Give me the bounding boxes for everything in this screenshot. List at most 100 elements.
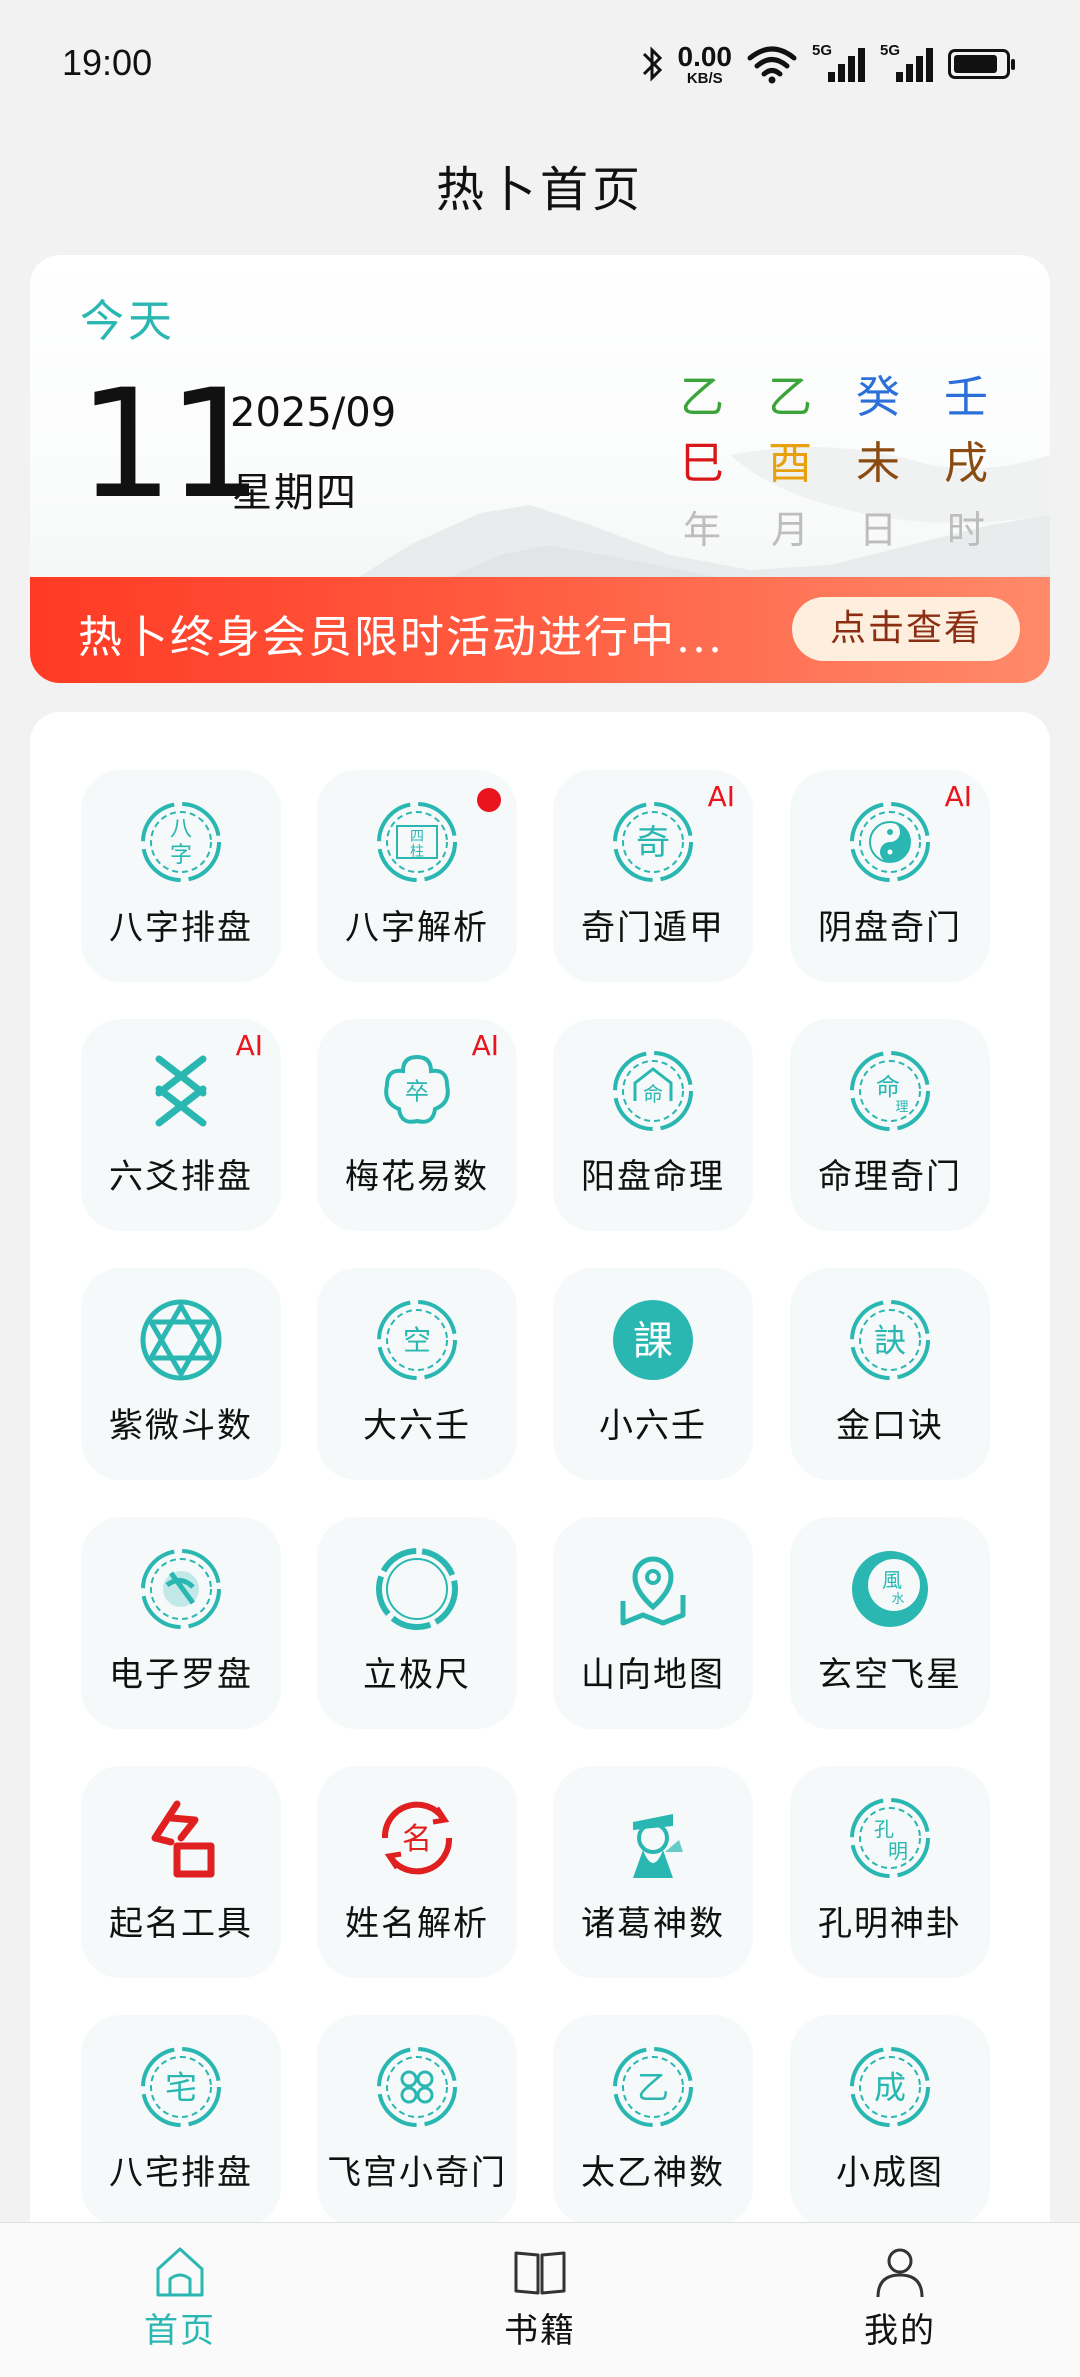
svg-text:孔: 孔 (874, 1817, 894, 1841)
tool-label: 奇门遁甲 (581, 908, 725, 948)
ganzhi-stem: 乙 (768, 372, 812, 423)
tool-tile[interactable]: AI 阴盘奇门 (790, 770, 990, 982)
tool-tile[interactable]: 四柱八字解析 (317, 770, 517, 982)
tool-label: 小成图 (836, 2153, 944, 2193)
membership-promo-banner[interactable]: 热卜终身会员限时活动进行中... 点击查看 (30, 577, 1050, 683)
tab-mine[interactable]: 我的 (820, 2241, 980, 2352)
ai-badge: AI (235, 1029, 263, 1062)
tool-label: 梅花易数 (345, 1157, 489, 1197)
qimen-icon: 奇 (613, 802, 693, 882)
zhuge-portrait-icon (633, 1814, 683, 1878)
svg-text:四: 四 (410, 829, 424, 845)
tool-tile[interactable]: 立极尺 (317, 1517, 517, 1729)
ganzhi-label: 时 (946, 508, 985, 552)
tab-home[interactable]: 首页 (100, 2241, 260, 2352)
svg-text:名: 名 (402, 1822, 432, 1857)
svg-text:字: 字 (170, 843, 192, 868)
tool-label: 小六壬 (599, 1406, 707, 1446)
kongming-icon: 孔明 (850, 1798, 930, 1878)
tool-tile[interactable]: 課小六壬 (553, 1268, 753, 1480)
map-pin-icon (620, 1556, 686, 1626)
notification-dot (477, 788, 501, 812)
tool-tile[interactable]: 卒 AI 梅花易数 (317, 1019, 517, 1231)
tool-tile[interactable]: 空大六壬 (317, 1268, 517, 1480)
svg-text:八: 八 (170, 817, 192, 842)
tool-tile[interactable]: 八字八字排盘 (81, 770, 281, 982)
ke-icon: 課 (613, 1300, 693, 1380)
tool-label: 紫微斗数 (109, 1406, 253, 1446)
tab-mine-label: 我的 (864, 2311, 936, 2351)
tool-label: 飞宫小奇门 (327, 2153, 507, 2193)
mingli-icon: 命 (613, 1051, 693, 1131)
plum-blossom-icon: 卒 (384, 1054, 450, 1124)
tool-tile[interactable]: 名姓名解析 (317, 1766, 517, 1978)
svg-text:卒: 卒 (405, 1078, 429, 1106)
tab-books-label: 书籍 (504, 2311, 576, 2351)
year-month: 2025/09 (230, 390, 397, 436)
yinyang-icon (850, 802, 930, 882)
person-icon (876, 2248, 924, 2298)
tab-books[interactable]: 书籍 (460, 2241, 620, 2352)
tool-label: 命理奇门 (818, 1157, 962, 1197)
tool-tile[interactable]: AI 六爻排盘 (81, 1019, 281, 1231)
ai-badge: AI (707, 780, 735, 813)
tool-tile[interactable]: 訣金口诀 (790, 1268, 990, 1480)
battery-level (954, 55, 997, 73)
svg-text:訣: 訣 (874, 1322, 906, 1360)
tool-label: 姓名解析 (345, 1904, 489, 1944)
book-icon (514, 2251, 566, 2295)
cellular-signal-1-icon: 5G (812, 42, 866, 86)
tool-label: 电子罗盘 (109, 1655, 253, 1695)
ganzhi-calendar: 乙乙癸壬巳酉未戌年月日时 (658, 370, 1010, 558)
bazi-paipan-icon: 八字 (141, 802, 221, 882)
tool-tile[interactable]: 成小成图 (790, 2015, 990, 2227)
home-icon (156, 2247, 204, 2297)
tool-label: 孔明神卦 (818, 1904, 962, 1944)
svg-text:成: 成 (874, 2069, 906, 2107)
ai-badge: AI (944, 780, 972, 813)
tool-tile[interactable]: 电子罗盘 (81, 1517, 281, 1729)
wifi-icon (747, 46, 797, 84)
mingli-qimen-icon: 命理 (850, 1051, 930, 1131)
fengshui-icon: 風水 (852, 1551, 928, 1627)
promo-view-button[interactable]: 点击查看 (792, 597, 1020, 661)
ganzhi-branch: 未 (856, 438, 900, 489)
tool-label: 诸葛神数 (581, 1904, 725, 1944)
tool-label: 八字解析 (345, 908, 489, 948)
cellular-signal-2-icon: 5G (880, 42, 934, 86)
today-label: 今天 (80, 296, 176, 347)
tool-tile[interactable]: 命理命理奇门 (790, 1019, 990, 1231)
weekday: 星期四 (232, 470, 358, 516)
tool-tile[interactable]: 孔明孔明神卦 (790, 1766, 990, 1978)
tool-tile[interactable]: 山向地图 (553, 1517, 753, 1729)
date-card: 今天 11 2025/09 星期四 乙乙癸壬巳酉未戌年月日时 热卜终身会员限时活… (30, 255, 1050, 685)
tool-label: 六爻排盘 (109, 1157, 253, 1197)
ganzhi-branch: 酉 (768, 438, 812, 489)
tool-tile[interactable]: 飞宫小奇门 (317, 2015, 517, 2227)
tab-home-label: 首页 (144, 2311, 216, 2351)
tool-tile[interactable]: 乙太乙神数 (553, 2015, 753, 2227)
tools-grid: 八字八字排盘四柱八字解析奇 AI 奇门遁甲 AI 阴盘奇门 AI 六爻排盘卒 AI 梅花易数命阳… (30, 712, 1050, 2232)
status-time: 19:00 (62, 42, 153, 83)
svg-text:奇: 奇 (636, 823, 670, 863)
ai-badge: AI (471, 1029, 499, 1062)
sizhu-icon: 四柱 (377, 802, 457, 882)
ganzhi-stem: 癸 (856, 372, 900, 423)
signal-2-label: 5G (880, 42, 901, 59)
tool-tile[interactable]: 宅八宅排盘 (81, 2015, 281, 2227)
jue-icon: 訣 (850, 1300, 930, 1380)
tool-tile[interactable]: 诸葛神数 (553, 1766, 753, 1978)
tool-tile[interactable]: 命阳盘命理 (553, 1019, 753, 1231)
svg-text:柱: 柱 (410, 844, 424, 860)
naming-icon (151, 1800, 215, 1878)
tool-tile[interactable]: 紫微斗数 (81, 1268, 281, 1480)
tool-tile[interactable]: 風水玄空飞星 (790, 1517, 990, 1729)
page-title: 热卜首页 (435, 162, 644, 218)
ganzhi-label: 年 (682, 508, 721, 552)
liuyao-icon (155, 1055, 207, 1127)
promo-text: 热卜终身会员限时活动进行中... (78, 612, 724, 663)
ganzhi-branch: 戌 (944, 438, 988, 489)
svg-text:命: 命 (643, 1082, 663, 1106)
tool-tile[interactable]: 起名工具 (81, 1766, 281, 1978)
tool-tile[interactable]: 奇 AI 奇门遁甲 (553, 770, 753, 982)
